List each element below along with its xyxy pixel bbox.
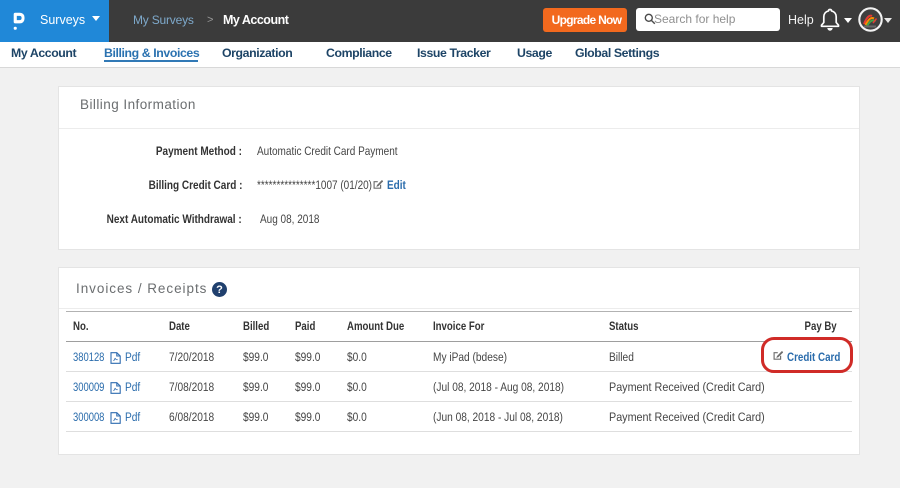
svg-text:?: ? bbox=[216, 284, 223, 296]
